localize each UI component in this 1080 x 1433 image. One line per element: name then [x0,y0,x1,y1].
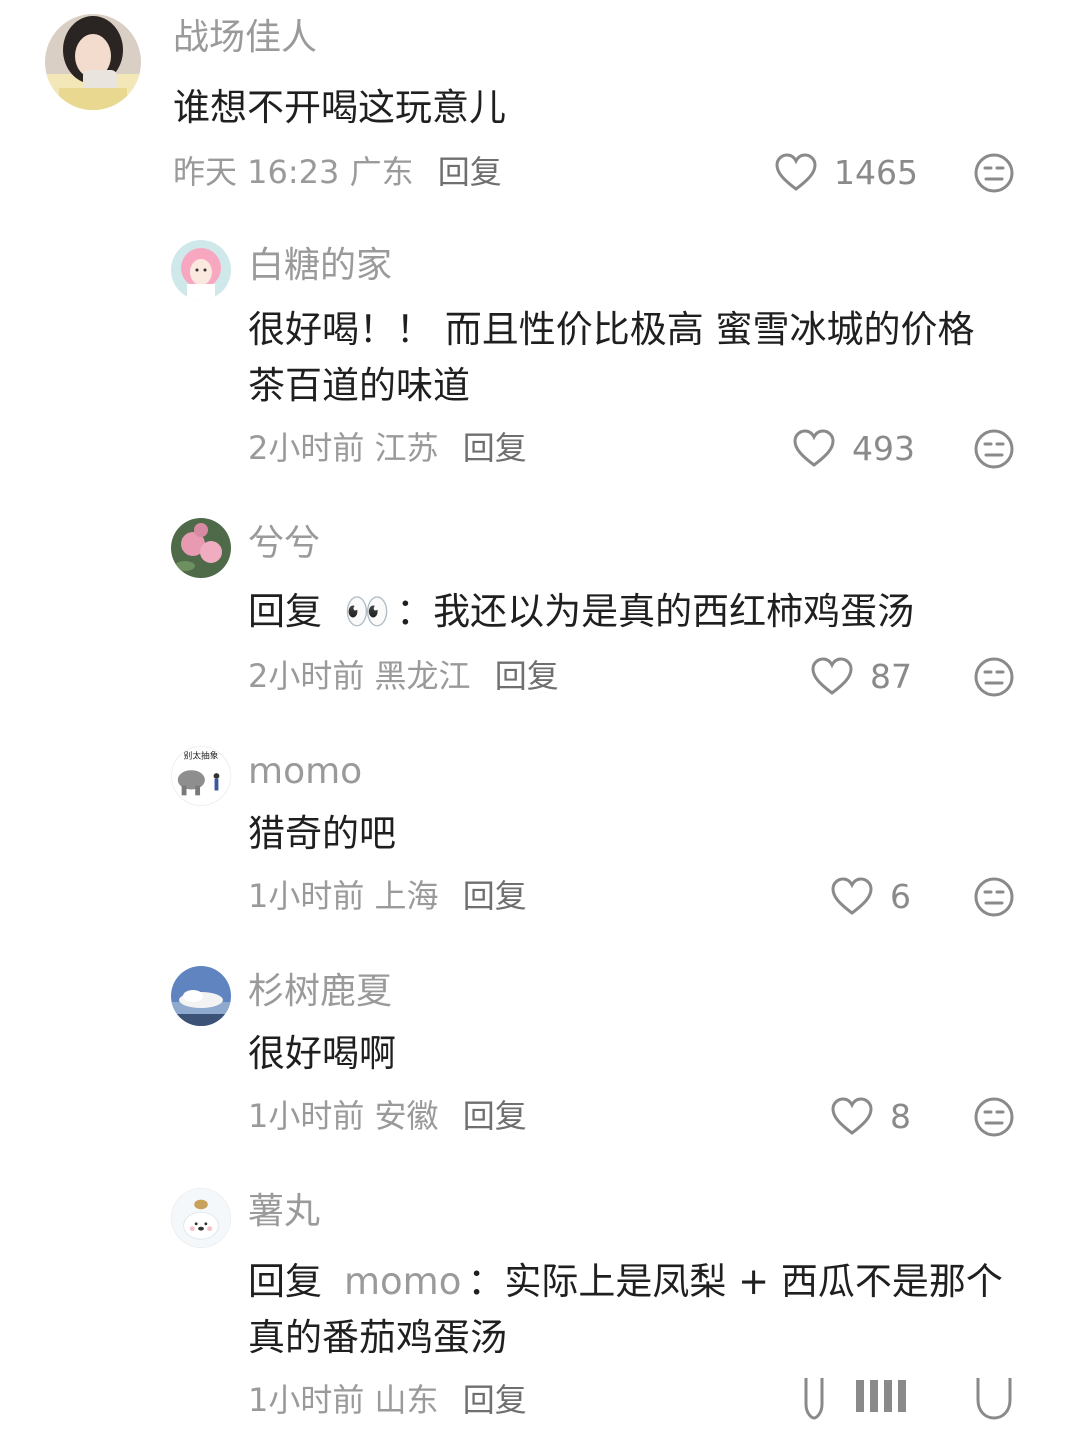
comment-item: 兮兮 回复 👀 ：我还以为是真的西红柿鸡蛋汤 2小时前 黑龙江 回复 87 [0,506,1080,726]
heart-outline-icon [831,877,873,915]
reply-body: ：我还以为是真的西红柿鸡蛋汤 [396,590,915,633]
comment-text: 回复 👀 ：我还以为是真的西红柿鸡蛋汤 [248,584,1020,640]
comment-time: 2小时前 [248,429,365,467]
reply-target-user[interactable]: momo [344,1260,461,1303]
like-count: 1465 [834,152,918,192]
comment-item: 别太抽象 momo 猎奇的吧 1小时前 上海 回复 6 [0,734,1080,954]
comment-time: 2小时前 [248,657,365,695]
user-avatar[interactable] [171,1188,231,1248]
unhappy-face-icon [974,657,1014,697]
bottom-action-icons [800,1374,1040,1429]
dislike-button[interactable] [973,1096,1015,1138]
reply-button[interactable]: 回复 [463,1097,527,1135]
heart-outline-icon [831,1097,873,1135]
reply-button[interactable]: 回复 [463,1381,527,1419]
more-options-icon[interactable] [856,1380,906,1412]
comment-meta: 1小时前 上海 回复 [248,876,527,916]
comment-meta: 2小时前 江苏 回复 [248,428,527,468]
heart-outline-icon [811,657,853,695]
comment-meta: 1小时前 安徽 回复 [248,1096,527,1136]
username[interactable]: momo [248,750,362,794]
username[interactable]: 兮兮 [248,522,320,566]
share-icon[interactable] [804,1378,824,1420]
comment-text: 很好喝啊 [248,1032,396,1075]
like-button[interactable]: 1465 [774,152,918,192]
dislike-partial-icon[interactable] [976,1378,1012,1420]
comment-location: 黑龙江 [374,657,471,695]
user-avatar[interactable] [171,966,231,1026]
comment-item: 白糖的家 很好喝！！ 而且性价比极高 蜜雪冰城的价格 茶百道的味道 2小时前 江… [0,230,1080,500]
dislike-button[interactable] [973,876,1015,918]
dislike-button[interactable] [973,428,1015,470]
user-avatar[interactable] [171,518,231,578]
dislike-button[interactable] [973,656,1015,698]
username[interactable]: 战场佳人 [173,16,317,60]
user-avatar[interactable] [171,240,231,300]
username[interactable]: 杉树鹿夏 [248,970,392,1014]
reply-target-user[interactable]: 👀 [344,590,390,633]
unhappy-face-icon [974,429,1014,469]
avatar-caption: 别太抽象 [184,750,219,762]
like-count: 87 [870,656,912,696]
comment-meta: 2小时前 黑龙江 回复 [248,656,559,696]
like-count: 8 [890,1096,911,1136]
comment-text: 很好喝！！ 而且性价比极高 蜜雪冰城的价格 茶百道的味道 [248,308,975,407]
heart-outline-icon [793,429,835,467]
username[interactable]: 白糖的家 [248,244,392,288]
user-avatar[interactable]: 别太抽象 [171,746,231,806]
comment-time: 1小时前 [248,877,365,915]
unhappy-face-icon [974,1097,1014,1137]
comment-time: 1小时前 [248,1097,365,1135]
comment-text: 猎奇的吧 [248,812,396,855]
comment-location: 广东 [349,153,414,191]
like-button[interactable]: 493 [792,428,915,468]
comment-text: 回复 momo ：实际上是凤梨 + 西瓜不是那个真的番茄鸡蛋汤 [248,1254,1020,1366]
like-count: 493 [852,428,915,468]
like-button[interactable]: 8 [830,1096,911,1136]
comment-location: 江苏 [374,429,439,467]
reply-prefix: 回复 [248,1260,322,1303]
comment-time: 昨天 16:23 [173,153,340,191]
comment-time: 1小时前 [248,1381,365,1419]
heart-outline-icon [775,153,817,191]
like-count: 6 [890,876,911,916]
comment-item: 杉树鹿夏 很好喝啊 1小时前 安徽 回复 8 [0,954,1080,1174]
like-button[interactable]: 6 [830,876,911,916]
reply-button[interactable]: 回复 [463,429,527,467]
unhappy-face-icon [974,877,1014,917]
username[interactable]: 薯丸 [248,1190,320,1234]
comment-location: 山东 [374,1381,439,1419]
comment-location: 上海 [374,877,439,915]
reply-button[interactable]: 回复 [463,877,527,915]
reply-prefix: 回复 [248,590,322,633]
reply-button[interactable]: 回复 [495,657,559,695]
like-button[interactable]: 87 [810,656,912,696]
comment-text: 谁想不开喝这玩意儿 [173,86,506,129]
reply-button[interactable]: 回复 [438,153,502,191]
unhappy-face-icon [974,153,1014,193]
user-avatar[interactable] [45,14,141,110]
comment-meta: 昨天 16:23 广东 回复 [173,152,502,192]
comment-item: 战场佳人 谁想不开喝这玩意儿 昨天 16:23 广东 回复 1465 [0,0,1080,220]
comment-meta: 1小时前 山东 回复 [248,1380,527,1420]
comment-location: 安徽 [374,1097,439,1135]
dislike-button[interactable] [973,152,1015,194]
